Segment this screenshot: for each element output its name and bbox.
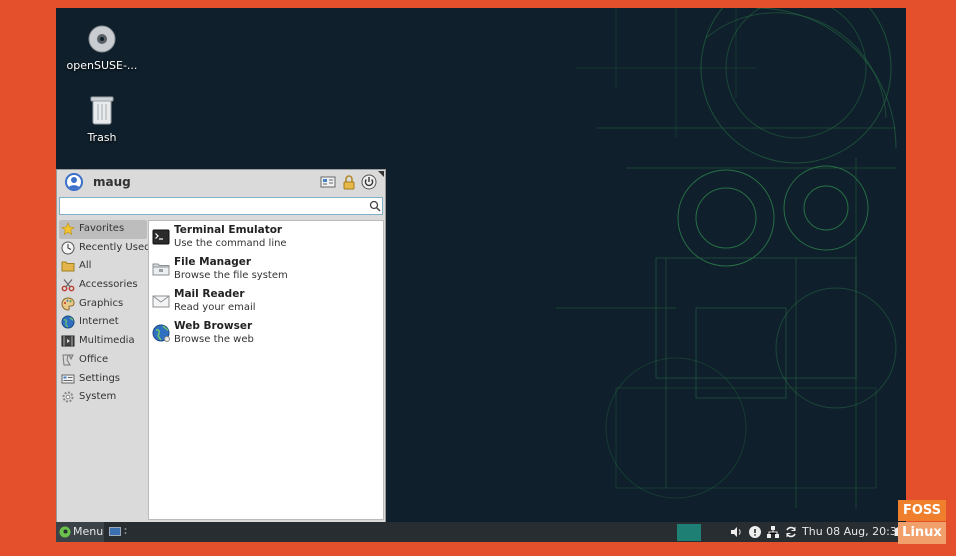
app-description: Read your email (174, 302, 256, 313)
app-terminal-emulator[interactable]: Terminal Emulator Use the command line (149, 221, 383, 253)
mail-icon (152, 295, 170, 308)
file-manager-icon (152, 263, 170, 276)
app-name: File Manager (174, 256, 252, 268)
foss-linux-logo: FOSS Linux (898, 500, 946, 546)
app-description: Use the command line (174, 238, 287, 249)
app-file-manager[interactable]: File Manager Browse the file system (149, 253, 383, 285)
gear-icon (62, 391, 74, 403)
terminal-icon (152, 229, 170, 245)
menu-button[interactable]: Menu (56, 522, 104, 542)
trash-icon (90, 96, 114, 125)
category-label: Internet (79, 316, 119, 328)
category-label: Recently Used (79, 241, 151, 253)
category-label: Accessories (79, 279, 138, 291)
separator-handle-icon (124, 528, 127, 534)
category-all[interactable]: All (59, 257, 147, 276)
volume-icon[interactable] (729, 525, 743, 539)
taskbar: Menu Thu 08 Aug, 20:35 (56, 522, 906, 542)
scissors-icon (61, 279, 75, 292)
desktop-icon-label: Trash (87, 131, 117, 144)
category-label: Office (79, 353, 109, 365)
sync-icon[interactable] (784, 525, 798, 539)
opensuse-logo-icon (59, 526, 71, 538)
category-label: System (79, 391, 117, 403)
category-label: Favorites (79, 223, 125, 234)
category-multimedia[interactable]: Multimedia (59, 332, 147, 351)
web-browser-icon (152, 324, 170, 342)
settings-manager-icon[interactable] (320, 174, 336, 190)
workspace-switcher[interactable] (677, 524, 701, 541)
multimedia-icon (61, 335, 75, 347)
power-icon[interactable] (361, 174, 377, 190)
whisker-menu: maug Favorites Recently Used All Accesso… (56, 169, 386, 523)
category-internet[interactable]: Internet (59, 313, 147, 332)
clock-icon (61, 241, 75, 255)
clock[interactable]: Thu 08 Aug, 20:35 (802, 525, 904, 538)
category-label: All (79, 260, 92, 272)
wallpaper-blueprint (556, 8, 897, 508)
category-list: Favorites Recently Used All Accessories … (59, 220, 151, 520)
network-icon[interactable] (766, 525, 780, 539)
app-name: Terminal Emulator (174, 224, 283, 236)
search-input[interactable] (59, 197, 383, 215)
palette-icon (61, 297, 75, 311)
menu-button-label: Menu (73, 525, 104, 538)
star-icon (61, 222, 75, 236)
avatar[interactable] (65, 173, 83, 191)
category-accessories[interactable]: Accessories (59, 276, 147, 295)
desktop-icon-opensuse[interactable]: openSUSE-... (62, 24, 142, 72)
app-web-browser[interactable]: Web Browser Browse the web (149, 317, 383, 349)
category-favorites[interactable]: Favorites (59, 220, 147, 239)
globe-icon (61, 315, 75, 329)
resize-corner-icon[interactable] (378, 171, 384, 177)
show-desktop-icon[interactable] (109, 527, 121, 537)
update-info-icon[interactable] (748, 525, 762, 539)
app-description: Browse the web (174, 334, 254, 345)
settings-icon (61, 374, 75, 383)
menu-header: maug (57, 170, 385, 196)
app-name: Mail Reader (174, 288, 245, 300)
app-mail-reader[interactable]: Mail Reader Read your email (149, 285, 383, 317)
search-icon (369, 200, 381, 212)
app-description: Browse the file system (174, 270, 288, 281)
lock-icon[interactable] (341, 174, 357, 190)
category-settings[interactable]: Settings (59, 370, 147, 389)
folder-icon (61, 261, 75, 272)
logo-line-2: Linux (898, 522, 946, 544)
category-recently-used[interactable]: Recently Used (59, 239, 151, 258)
desktop-icon-trash[interactable]: Trash (62, 94, 142, 144)
desktop-icon-label: openSUSE-... (66, 59, 138, 72)
app-list: Terminal Emulator Use the command line F… (148, 220, 384, 520)
category-system[interactable]: System (59, 388, 147, 407)
user-icon (68, 177, 80, 189)
category-office[interactable]: Office (59, 351, 147, 370)
disc-icon (88, 25, 116, 53)
logo-line-1: FOSS (898, 500, 946, 521)
category-graphics[interactable]: Graphics (59, 295, 147, 314)
category-label: Settings (79, 372, 121, 384)
category-label: Multimedia (79, 335, 135, 347)
office-icon (62, 354, 74, 366)
username: maug (93, 175, 131, 189)
category-label: Graphics (79, 297, 124, 309)
app-name: Web Browser (174, 320, 253, 332)
